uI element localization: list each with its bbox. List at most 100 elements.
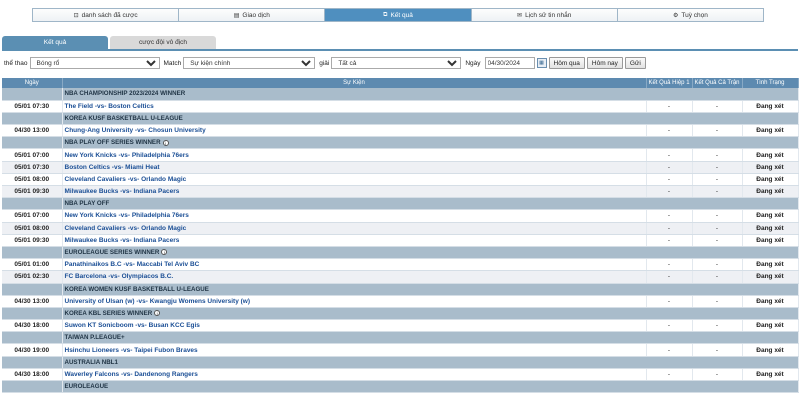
full-time-result: -	[692, 343, 743, 357]
league-cell: KOREA WOMEN KUSF BASKETBALL U-LEAGUE	[62, 283, 799, 296]
header-full-time[interactable]: Kết Quả Cả Trận	[692, 78, 743, 88]
match-teams[interactable]: Waverley Falcons -vs- Dandenong Rangers	[62, 368, 647, 382]
league-row: KOREA KBL SERIES WINNER i	[2, 307, 799, 321]
calendar-icon[interactable]: ▦	[536, 58, 547, 68]
nav-item-3[interactable]: ✉ Lịch sử tin nhắn	[471, 9, 618, 21]
league-name: TAIWAN P.LEAGUE+	[64, 334, 125, 342]
match-teams[interactable]: Chung-Ang University -vs- Chosun Univers…	[62, 124, 647, 138]
tab-results[interactable]: Kết quả	[2, 36, 108, 49]
match-teams[interactable]: Suwon KT Sonicboom -vs- Busan KCC Egis	[62, 319, 647, 333]
nav-item-4[interactable]: ⚙ Tuỳ chọn	[617, 9, 764, 21]
full-time-result: -	[692, 173, 743, 187]
match-date: 05/01 09:30	[2, 234, 63, 247]
filter-bar: thể thao Bóng rổ Match Sự kiện chính giả…	[4, 56, 646, 70]
date-input[interactable]	[484, 57, 535, 69]
header-date[interactable]: Ngày	[2, 78, 63, 88]
full-time-result: -	[692, 161, 743, 174]
match-teams[interactable]: New York Knicks -vs- Philadelphia 76ers	[62, 209, 647, 223]
full-time-result: -	[692, 234, 743, 247]
match-date: 04/30 19:00	[2, 343, 63, 357]
match-teams[interactable]: FC Barcelona -vs- Olympiacos B.C.	[62, 270, 647, 284]
league-row: AUSTRALIA NBL1	[2, 356, 799, 369]
table-row: 05/01 01:00 Panathinaikos B.C -vs- Maccab…	[2, 258, 799, 272]
table-row: 05/01 07:00 New York Knicks -vs- Philadel…	[2, 148, 799, 162]
info-icon[interactable]: i	[154, 310, 161, 317]
nav-item-label: Kết quả	[390, 11, 413, 19]
tab-divider	[2, 49, 798, 51]
league-spacer	[2, 356, 63, 369]
league-name: AUSTRALIA NBL1	[64, 358, 118, 366]
info-icon[interactable]: i	[161, 249, 168, 256]
match-teams[interactable]: Cleveland Cavaliers -vs- Orlando Magic	[62, 222, 647, 235]
nav-item-1[interactable]: ▤ Giao dịch	[179, 9, 326, 21]
match-date: 05/01 07:30	[2, 100, 63, 113]
match-status: Đang xét	[742, 295, 799, 308]
match-date: 04/30 18:00	[2, 319, 63, 333]
league-row: EUROLEAGUE SERIES WINNER i	[2, 246, 799, 260]
match-date: 05/01 09:30	[2, 185, 63, 199]
league-spacer	[2, 283, 63, 296]
league-spacer	[2, 197, 63, 211]
nav-item-0[interactable]: ⊡ danh sách đã cược	[33, 9, 180, 21]
match-teams[interactable]: Boston Celtics -vs- Miami Heat	[62, 161, 647, 174]
nav-item-label: Lịch sử tin nhắn	[525, 11, 572, 19]
league-row: NBA PLAY OFF SERIES WINNER i	[2, 136, 799, 150]
match-teams[interactable]: The Field -vs- Boston Celtics	[62, 100, 647, 113]
info-icon[interactable]: i	[162, 139, 169, 146]
match-status: Đang xét	[742, 209, 799, 223]
today-button[interactable]: Hôm nay	[586, 57, 623, 69]
table-row: 05/01 07:00 New York Knicks -vs- Philadel…	[2, 209, 799, 223]
league-spacer	[2, 246, 63, 260]
table-row: 05/01 02:30 FC Barcelona -vs- Olympiacos …	[2, 270, 799, 284]
first-half-result: -	[646, 185, 693, 199]
league-cell: EUROLEAGUE SERIES WINNER i	[62, 246, 799, 260]
table-row: 05/01 09:30 Milwaukee Bucks -vs- Indiana …	[2, 185, 799, 199]
header-first-half[interactable]: Kết Quả Hiệp 1	[646, 78, 693, 88]
match-teams[interactable]: Hsinchu Lioneers -vs- Taipei Fubon Brave…	[62, 343, 647, 357]
header-status[interactable]: Tình Trạng	[742, 78, 799, 88]
tab-champion-bets[interactable]: cược đội vô địch	[110, 36, 216, 49]
sport-label: thể thao	[4, 59, 28, 67]
match-status: Đang xét	[742, 319, 799, 333]
results-icon: ⧉	[383, 11, 388, 18]
match-teams[interactable]: Cleveland Cavaliers -vs- Orlando Magic	[62, 173, 647, 187]
first-half-result: -	[646, 343, 693, 357]
league-label: giải	[319, 59, 330, 67]
first-half-result: -	[646, 368, 693, 382]
league-spacer	[2, 136, 63, 150]
submit-button[interactable]: Gửi	[624, 57, 646, 69]
league-spacer	[2, 307, 63, 321]
league-cell: NBA CHAMPIONSHIP 2023/2024 WINNER	[62, 88, 799, 101]
full-time-result: -	[692, 258, 743, 272]
match-date: 05/01 08:00	[2, 222, 63, 235]
full-time-result: -	[692, 209, 743, 223]
match-status: Đang xét	[742, 124, 799, 138]
league-cell: KOREA KUSF BASKETBALL U-LEAGUE	[62, 112, 799, 126]
match-teams[interactable]: New York Knicks -vs- Philadelphia 76ers	[62, 148, 647, 162]
sport-select[interactable]: Bóng rổ	[29, 57, 160, 69]
match-select[interactable]: Sự kiện chính	[183, 57, 316, 69]
yesterday-button[interactable]: Hôm qua	[548, 57, 585, 69]
league-cell: NBA PLAY OFF SERIES WINNER i	[62, 136, 799, 150]
match-teams[interactable]: Panathinaikos B.C -vs- Maccabi Tel Aviv …	[62, 258, 647, 272]
league-cell: AUSTRALIA NBL1	[62, 356, 799, 369]
nav-item-2[interactable]: ⧉ Kết quả	[325, 9, 472, 21]
league-cell: EUROLEAGUE	[62, 380, 799, 394]
match-date: 04/30 13:00	[2, 124, 63, 138]
league-row: TAIWAN P.LEAGUE+	[2, 331, 799, 345]
match-teams[interactable]: Milwaukee Bucks -vs- Indiana Pacers	[62, 234, 647, 247]
league-cell: TAIWAN P.LEAGUE+	[62, 331, 799, 345]
header-event[interactable]: Sự Kiện	[62, 78, 647, 88]
full-time-result: -	[692, 270, 743, 284]
table-row: 04/30 19:00 Hsinchu Lioneers -vs- Taipei …	[2, 343, 799, 357]
first-half-result: -	[646, 100, 693, 113]
match-teams[interactable]: University of Ulsan (w) -vs- Kwangju Wom…	[62, 295, 647, 308]
match-date: 04/30 13:00	[2, 295, 63, 308]
match-status: Đang xét	[742, 258, 799, 272]
match-teams[interactable]: Milwaukee Bucks -vs- Indiana Pacers	[62, 185, 647, 199]
match-status: Đang xét	[742, 148, 799, 162]
league-select[interactable]: Tất cả	[331, 57, 462, 69]
nav-item-label: Giao dịch	[242, 11, 270, 19]
table-row: 05/01 08:00 Cleveland Cavaliers -vs- Orla…	[2, 173, 799, 187]
match-date: 05/01 07:00	[2, 148, 63, 162]
